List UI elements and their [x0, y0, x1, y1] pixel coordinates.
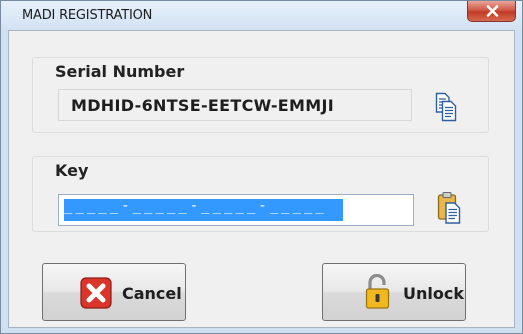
copy-icon: [435, 92, 457, 122]
padlock-open-icon: [365, 274, 390, 309]
serial-number-field: MDHID-6NTSE-EETCW-EMMJI: [58, 89, 412, 121]
red-x-icon: [80, 277, 112, 309]
key-input[interactable]: _____-_____-_____-_____: [58, 194, 414, 226]
title-bar[interactable]: MADI REGISTRATION: [1, 1, 522, 30]
serial-number-group: Serial Number MDHID-6NTSE-EETCW-EMMJI: [32, 57, 489, 133]
key-label: Key: [55, 161, 89, 180]
paste-icon: [437, 191, 461, 224]
key-input-value: _____-_____-_____-_____: [64, 198, 327, 214]
paste-key-button[interactable]: [437, 191, 461, 225]
registration-window: MADI REGISTRATION Serial Number MDHID-6N…: [0, 0, 523, 334]
unlock-button[interactable]: Unlock: [322, 263, 466, 321]
copy-serial-button[interactable]: [435, 92, 457, 122]
cancel-button[interactable]: Cancel: [42, 263, 186, 321]
serial-number-value: MDHID-6NTSE-EETCW-EMMJI: [71, 96, 334, 115]
unlock-button-label: Unlock: [403, 284, 464, 303]
window-close-button[interactable]: [467, 1, 516, 22]
key-group: Key _____-_____-_____-_____: [32, 156, 489, 232]
serial-number-label: Serial Number: [55, 62, 185, 81]
close-x-icon: [486, 5, 499, 17]
cancel-button-label: Cancel: [122, 284, 182, 303]
window-title: MADI REGISTRATION: [22, 8, 153, 23]
